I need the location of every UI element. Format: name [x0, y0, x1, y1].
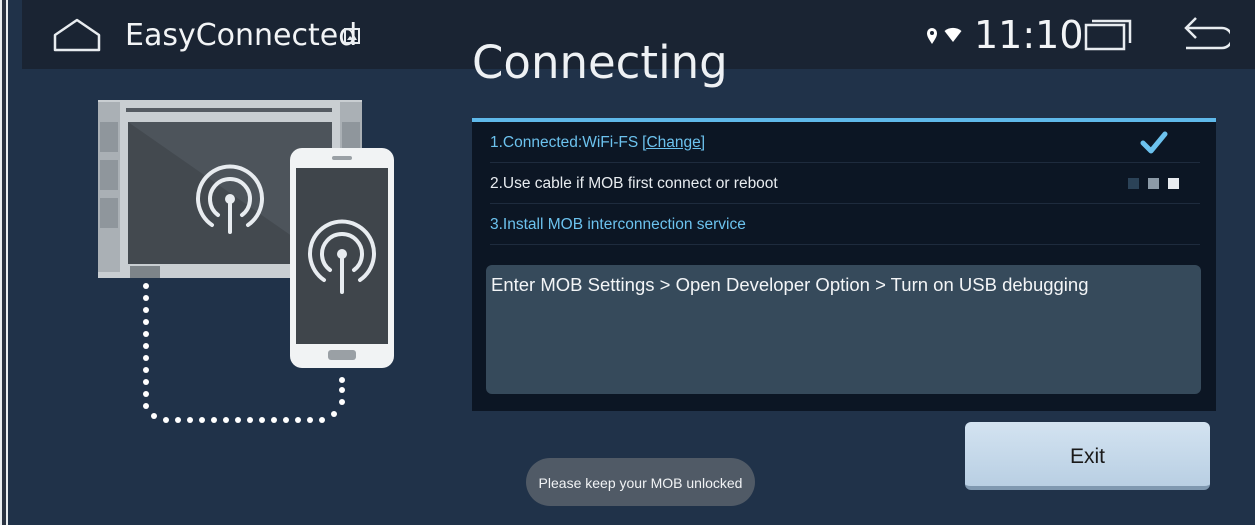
wifi-icon [944, 27, 962, 42]
change-link[interactable]: [Change] [642, 134, 705, 151]
device-bezel [0, 0, 8, 525]
page-title: Connecting [472, 36, 728, 89]
recent-apps-icon[interactable] [1084, 19, 1134, 51]
app-title: EasyConnected [125, 18, 358, 53]
step-use-cable: 2.Use cable if MOB first connect or rebo… [490, 163, 1200, 204]
connection-illustration [98, 100, 394, 423]
home-icon[interactable] [52, 17, 102, 53]
step-connected: 1.Connected:WiFi-FS [Change] [490, 122, 1200, 163]
image-notification-icon [344, 28, 360, 44]
back-icon[interactable] [1178, 16, 1230, 52]
location-icon [927, 28, 937, 44]
step-label: 1.Connected:WiFi-FS [490, 134, 639, 151]
instruction-text: Enter MOB Settings > Open Developer Opti… [491, 274, 1089, 295]
step-install-service: 3.Install MOB interconnection service [490, 204, 1200, 245]
progress-indicator [1128, 178, 1180, 192]
check-icon [1140, 131, 1168, 154]
app-screen: EasyConnected 11:10 Connecting 1.Connect… [0, 0, 1255, 525]
toast-message: Please keep your MOB unlocked [526, 458, 755, 506]
step-label: 2.Use cable if MOB first connect or rebo… [490, 175, 778, 192]
progress-dot [1148, 178, 1159, 189]
exit-button[interactable]: Exit [965, 422, 1210, 490]
step-label: 3.Install MOB interconnection service [490, 216, 746, 233]
instruction-box: Enter MOB Settings > Open Developer Opti… [486, 265, 1201, 394]
clock: 11:10 [974, 13, 1084, 57]
progress-dot [1128, 178, 1139, 189]
progress-dot [1168, 178, 1179, 189]
